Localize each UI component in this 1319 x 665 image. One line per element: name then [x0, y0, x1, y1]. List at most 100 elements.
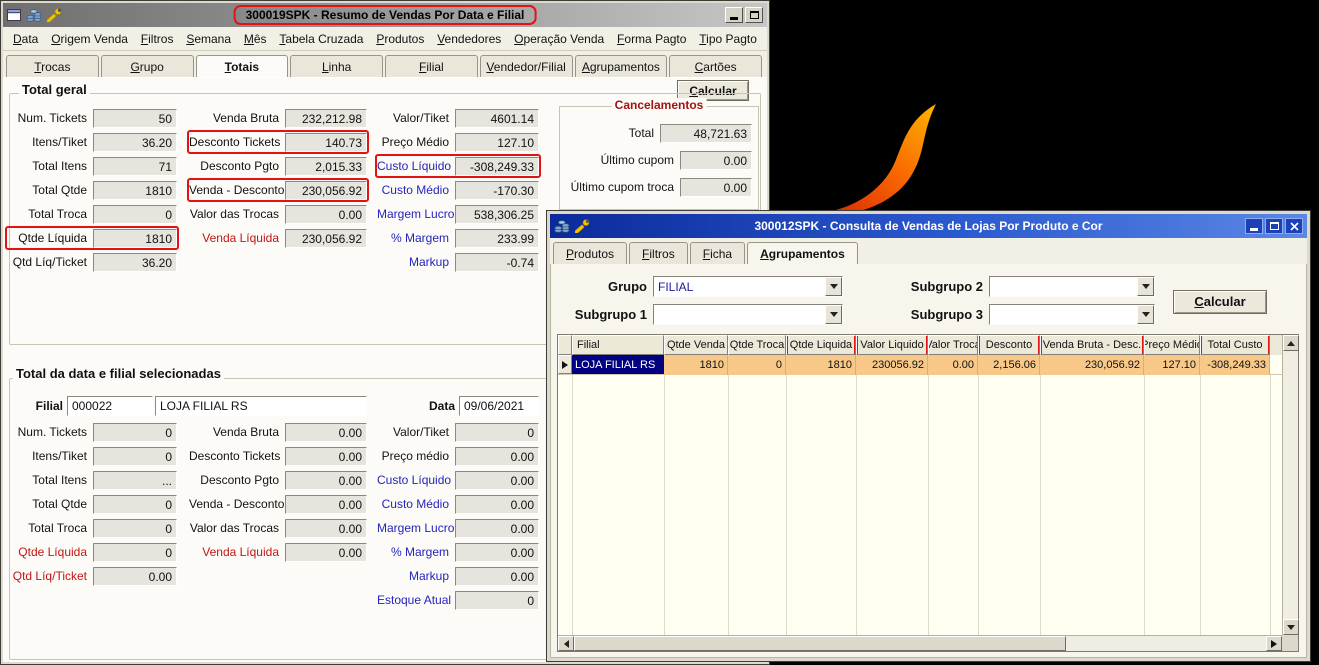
dropdown-button[interactable]: [1137, 277, 1154, 296]
grid-cell[interactable]: 1810: [664, 355, 728, 375]
coins-icon[interactable]: [554, 219, 570, 233]
horizontal-scroll-thumb[interactable]: [574, 636, 1067, 651]
horizontal-scrollbar[interactable]: [558, 635, 1282, 651]
window1-titlebar[interactable]: 300019SPK - Resumo de Vendas Por Data e …: [3, 3, 767, 27]
filial-name-field[interactable]: LOJA FILIAL RS: [155, 396, 367, 416]
scroll-down-button[interactable]: [1283, 619, 1299, 635]
data-field[interactable]: 09/06/2021: [459, 396, 539, 416]
subgrupo3-combo[interactable]: [989, 304, 1155, 325]
field-value-box[interactable]: 0.00: [455, 566, 539, 586]
field-value-box[interactable]: -170.30: [455, 180, 539, 200]
field-value-box[interactable]: 0: [93, 542, 177, 562]
close-button[interactable]: [1285, 218, 1303, 234]
subgrupo1-combo[interactable]: [653, 304, 843, 325]
field-value-box[interactable]: 232,212.98: [285, 108, 367, 128]
field-value-box[interactable]: 0: [93, 518, 177, 538]
menu-item[interactable]: Tipo Pagto: [695, 29, 761, 49]
field-value-box[interactable]: 36.20: [93, 252, 177, 272]
field-value-box[interactable]: 0.00: [285, 494, 367, 514]
calcular-button[interactable]: Calcular: [1173, 290, 1267, 314]
tab[interactable]: Cartões: [669, 55, 762, 77]
field-value-box[interactable]: 0.00: [285, 446, 367, 466]
grid-cell[interactable]: 2,156.06: [978, 355, 1040, 375]
tab[interactable]: Filtros: [629, 242, 688, 264]
field-value-box[interactable]: 0.00: [680, 177, 752, 197]
coins-icon[interactable]: [26, 8, 42, 22]
field-value-box[interactable]: 233.99: [455, 228, 539, 248]
tab[interactable]: Grupo: [100, 55, 194, 77]
wrench-icon[interactable]: [575, 219, 590, 233]
tab[interactable]: Vendedor/Filial: [479, 55, 573, 77]
tab[interactable]: Ficha: [689, 242, 746, 264]
dropdown-button[interactable]: [825, 277, 842, 296]
tab[interactable]: Produtos: [553, 242, 628, 264]
menu-item[interactable]: Semana: [182, 29, 235, 49]
field-value-box[interactable]: 0.00: [455, 542, 539, 562]
grid-column-header[interactable]: Valor Troca: [928, 335, 978, 355]
menu-item[interactable]: Produtos: [372, 29, 428, 49]
cell-filial[interactable]: LOJA FILIAL RS: [572, 355, 664, 374]
menu-item[interactable]: Origem Venda: [47, 29, 132, 49]
tab[interactable]: Trocas: [6, 55, 99, 77]
menu-item[interactable]: Operação Venda: [510, 29, 608, 49]
scroll-left-button[interactable]: [558, 636, 574, 651]
field-value-box[interactable]: 0.00: [285, 470, 367, 490]
grid-cell[interactable]: 1810: [786, 355, 856, 375]
minimize-button[interactable]: [725, 7, 743, 23]
field-value-box[interactable]: -0.74: [455, 252, 539, 272]
grid-cell[interactable]: 127.10: [1144, 355, 1200, 375]
tab[interactable]: Linha: [290, 55, 383, 77]
grid-column-header[interactable]: Total Custo: [1200, 335, 1270, 355]
dropdown-button[interactable]: [1137, 305, 1154, 324]
grid-cell[interactable]: 0.00: [928, 355, 978, 375]
tab[interactable]: Totais: [195, 55, 289, 77]
field-value-box[interactable]: ...: [93, 470, 177, 490]
wrench-icon[interactable]: [47, 8, 62, 22]
grid-column-header[interactable]: Desconto: [978, 335, 1040, 355]
field-value-box[interactable]: 230,056.92: [285, 228, 367, 248]
field-value-box[interactable]: 0.00: [285, 542, 367, 562]
field-value-box[interactable]: 2,015.33: [285, 156, 367, 176]
field-value-box[interactable]: 127.10: [455, 132, 539, 152]
field-value-box[interactable]: 0.00: [455, 518, 539, 538]
minimize-button[interactable]: [1245, 218, 1263, 234]
field-value-box[interactable]: 0.00: [285, 518, 367, 538]
dropdown-button[interactable]: [825, 305, 842, 324]
field-value-box[interactable]: 0.00: [455, 470, 539, 490]
field-value-box[interactable]: 0.00: [455, 494, 539, 514]
scroll-right-button[interactable]: [1266, 636, 1282, 651]
grid-cell[interactable]: 230056.92: [856, 355, 928, 375]
subgrupo2-combo[interactable]: [989, 276, 1155, 297]
field-value-box[interactable]: -308,249.33: [455, 156, 539, 176]
field-value-box[interactable]: 0: [93, 422, 177, 442]
vertical-scrollbar[interactable]: [1282, 335, 1299, 635]
menu-item[interactable]: Data: [9, 29, 42, 49]
field-value-box[interactable]: 71: [93, 156, 177, 176]
menu-item[interactable]: Mês: [240, 29, 271, 49]
menu-item[interactable]: Forma Pagto: [613, 29, 690, 49]
field-value-box[interactable]: 0: [93, 494, 177, 514]
field-value-box[interactable]: 0.00: [285, 204, 367, 224]
field-value-box[interactable]: 538,306.25: [455, 204, 539, 224]
field-value-box[interactable]: 0.00: [93, 566, 177, 586]
field-value-box[interactable]: 0.00: [285, 422, 367, 442]
grid-cell[interactable]: 230,056.92: [1040, 355, 1144, 375]
menu-item[interactable]: Filtros: [137, 29, 178, 49]
vertical-scroll-track[interactable]: [1283, 351, 1298, 619]
grid-column-header[interactable]: Filial: [572, 335, 664, 355]
field-value-box[interactable]: 50: [93, 108, 177, 128]
maximize-button[interactable]: [745, 7, 763, 23]
grid-data-row[interactable]: LOJA FILIAL RS 1810 0 1810 230056.92 0.00 2,1…: [558, 355, 1282, 375]
grid-column-header[interactable]: Qtde Troca: [728, 335, 786, 355]
field-value-box[interactable]: 0: [93, 204, 177, 224]
grupo-combo[interactable]: FILIAL: [653, 276, 843, 297]
tab[interactable]: Agrupamentos: [747, 242, 858, 264]
field-value-box[interactable]: 1810: [93, 180, 177, 200]
maximize-button[interactable]: [1265, 218, 1283, 234]
field-value-box[interactable]: 140.73: [285, 132, 367, 152]
filial-code-field[interactable]: 000022: [67, 396, 153, 416]
field-value-box[interactable]: 0.00: [680, 150, 752, 170]
field-value-box[interactable]: 48,721.63: [660, 123, 752, 143]
grid-cell[interactable]: 0: [728, 355, 786, 375]
field-value-box[interactable]: 230,056.92: [285, 180, 367, 200]
